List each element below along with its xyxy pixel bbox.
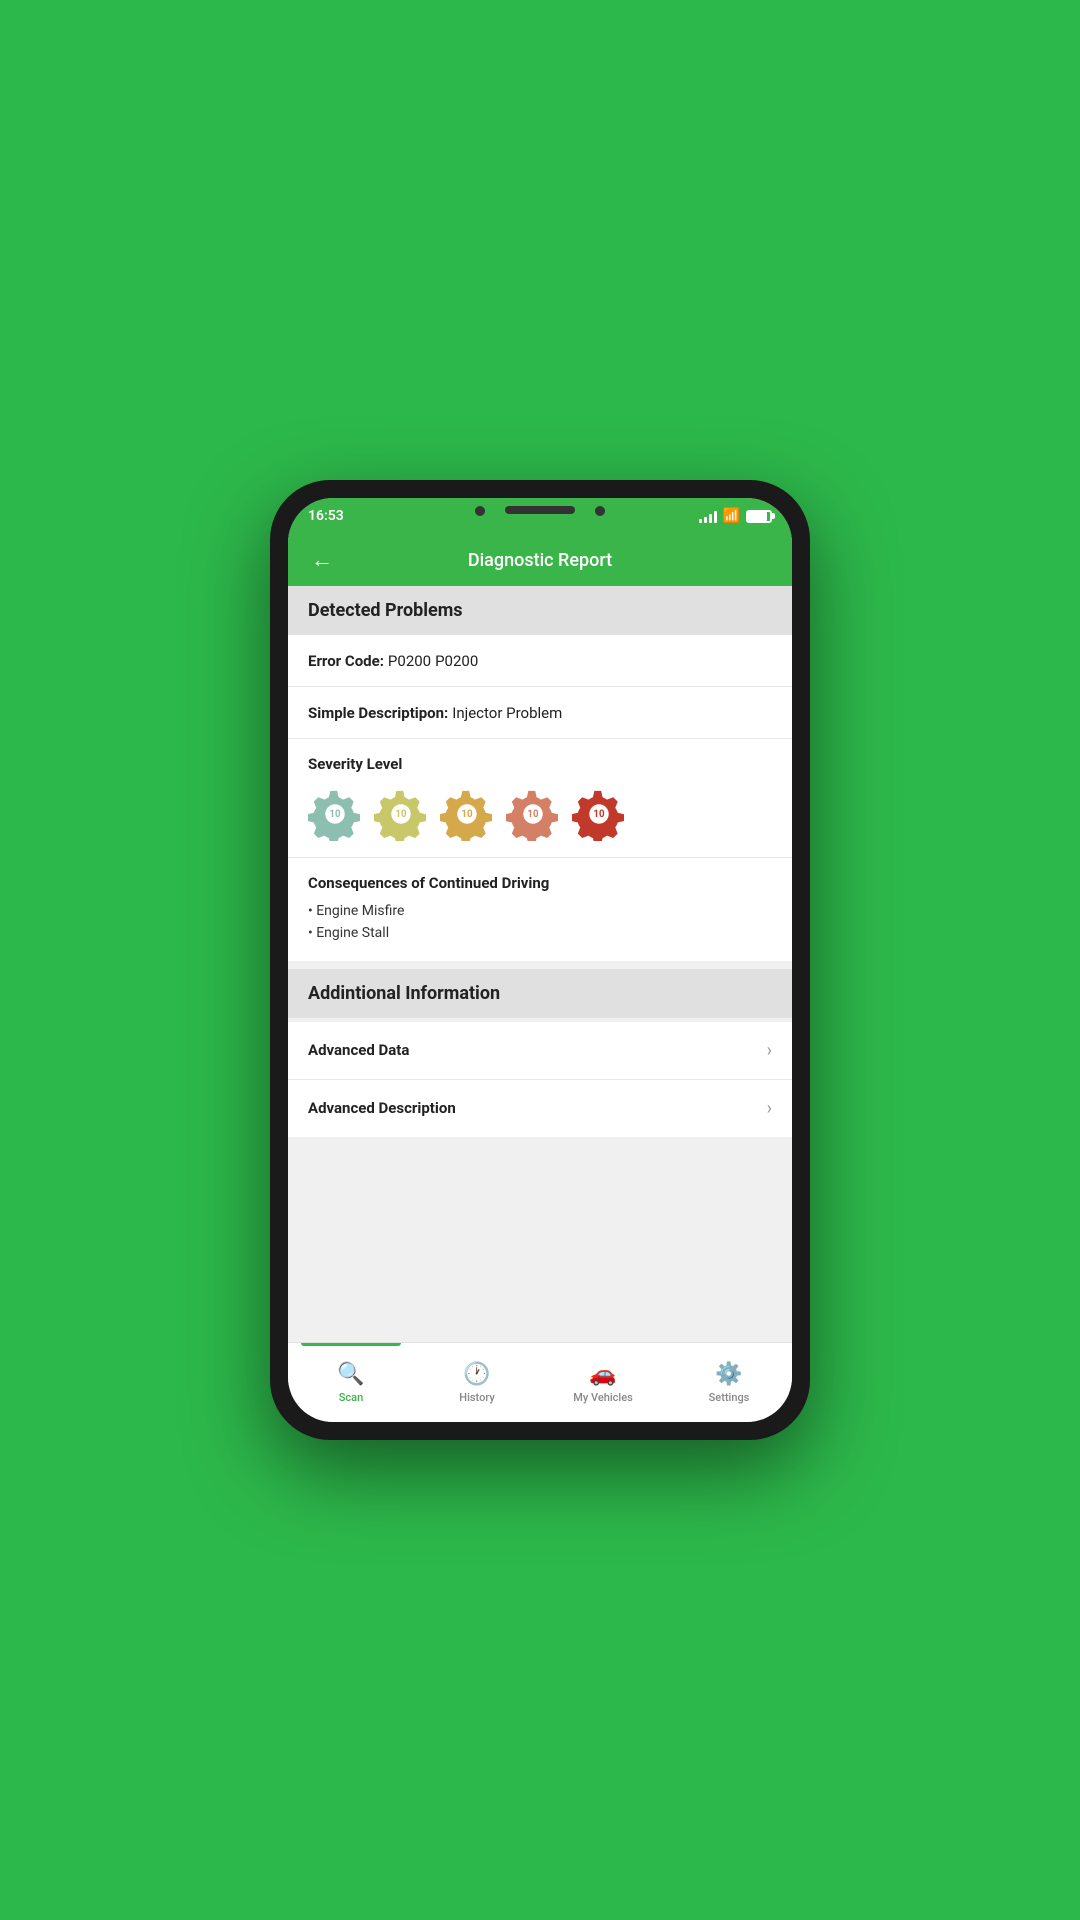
- advanced-data-label: Advanced Data: [308, 1041, 409, 1059]
- severity-gear-2: 10: [374, 787, 428, 841]
- error-code-label: Error Code:: [308, 652, 384, 670]
- phone-camera-right: [595, 506, 605, 516]
- nav-settings-label: Settings: [709, 1391, 750, 1404]
- severity-gear-3: 10: [440, 787, 494, 841]
- simple-desc-value: Injector Problem: [452, 704, 562, 722]
- nav-my-vehicles[interactable]: 🚗 My Vehicles: [540, 1343, 666, 1422]
- error-code-value-text: P0200: [435, 652, 478, 670]
- scan-icon: 🔍: [337, 1362, 364, 1387]
- svg-text:10: 10: [329, 809, 341, 820]
- advanced-data-row[interactable]: Advanced Data ›: [288, 1022, 792, 1080]
- chevron-right-icon-1: ›: [767, 1040, 772, 1061]
- advanced-description-row[interactable]: Advanced Description ›: [288, 1080, 792, 1137]
- svg-text:10: 10: [593, 809, 605, 820]
- back-button[interactable]: ←: [304, 542, 340, 578]
- battery-icon: [746, 510, 772, 523]
- status-time: 16:53: [308, 508, 344, 524]
- error-code-row: Error Code: P0200 P0200: [288, 635, 792, 687]
- nav-my-vehicles-label: My Vehicles: [573, 1391, 633, 1404]
- wifi-icon: 📶: [723, 508, 740, 524]
- my-vehicles-icon: 🚗: [589, 1362, 616, 1387]
- simple-desc-label: Simple Descriptipon:: [308, 704, 448, 722]
- advanced-description-label: Advanced Description: [308, 1099, 456, 1117]
- severity-gear-1: 10: [308, 787, 362, 841]
- content-area: Detected Problems Error Code: P0200 P020…: [288, 586, 792, 1342]
- severity-gear-5: 10: [572, 787, 626, 841]
- signal-icon: [699, 509, 717, 523]
- consequence-item-2: • Engine Stall: [308, 922, 772, 944]
- back-arrow-icon: ←: [311, 547, 333, 573]
- simple-desc-row: Simple Descriptipon: Injector Problem: [288, 687, 792, 739]
- phone-frame: 16:53 📶 ← Diagnostic Report: [270, 480, 810, 1440]
- phone-screen: 16:53 📶 ← Diagnostic Report: [288, 498, 792, 1422]
- bottom-nav: 🔍 Scan 🕐 History 🚗 My Vehicles ⚙️ Settin…: [288, 1342, 792, 1422]
- history-icon: 🕐: [463, 1362, 490, 1387]
- consequence-item-1: • Engine Misfire: [308, 900, 772, 922]
- additional-info-header: Addintional Information: [288, 969, 792, 1018]
- settings-icon: ⚙️: [715, 1362, 742, 1387]
- error-code-value: P0200: [388, 652, 431, 670]
- additional-info-card: Advanced Data › Advanced Description ›: [288, 1022, 792, 1137]
- severity-icons: 10 10 10: [308, 787, 772, 841]
- nav-history-label: History: [459, 1391, 494, 1404]
- additional-info-title: Addintional Information: [308, 983, 500, 1004]
- phone-speaker: [505, 506, 575, 514]
- status-icons: 📶: [699, 508, 772, 524]
- detected-problems-card: Error Code: P0200 P0200 Simple Descripti…: [288, 635, 792, 961]
- page-title: Diagnostic Report: [468, 550, 612, 571]
- svg-text:10: 10: [461, 809, 473, 820]
- chevron-right-icon-2: ›: [767, 1098, 772, 1119]
- nav-scan[interactable]: 🔍 Scan: [288, 1343, 414, 1422]
- nav-scan-label: Scan: [339, 1391, 363, 1404]
- consequences-row: Consequences of Continued Driving • Engi…: [288, 858, 792, 961]
- status-bar: 16:53 📶: [288, 498, 792, 534]
- svg-text:10: 10: [395, 809, 407, 820]
- svg-text:10: 10: [527, 809, 539, 820]
- consequences-title: Consequences of Continued Driving: [308, 874, 772, 892]
- app-header: ← Diagnostic Report: [288, 534, 792, 586]
- severity-label: Severity Level: [308, 755, 772, 773]
- severity-row: Severity Level 10 10: [288, 739, 792, 858]
- severity-gear-4: 10: [506, 787, 560, 841]
- detected-problems-header: Detected Problems: [288, 586, 792, 635]
- phone-camera-left: [475, 506, 485, 516]
- detected-problems-title: Detected Problems: [308, 600, 463, 621]
- nav-history[interactable]: 🕐 History: [414, 1343, 540, 1422]
- nav-settings[interactable]: ⚙️ Settings: [666, 1343, 792, 1422]
